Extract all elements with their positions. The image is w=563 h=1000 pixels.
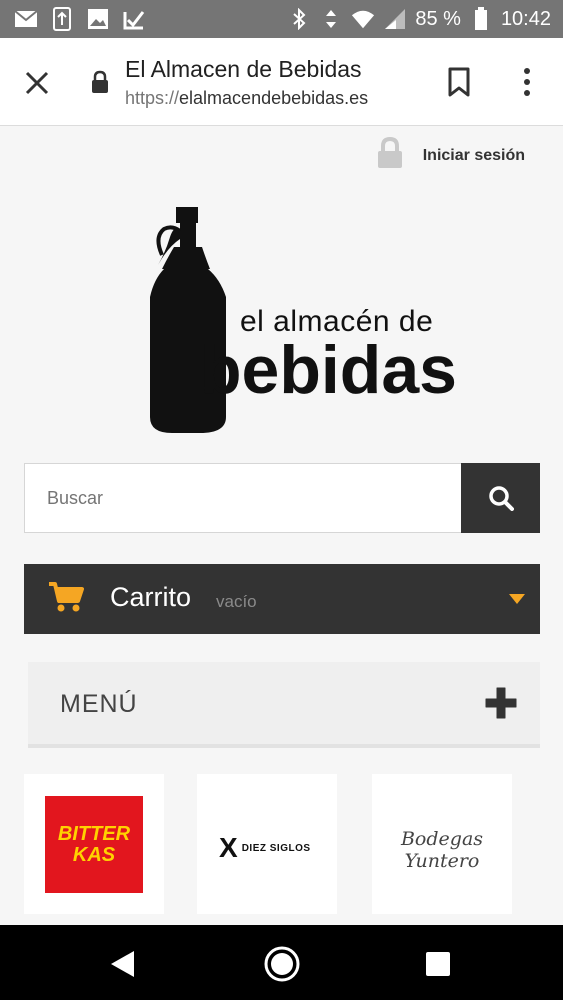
clock: 10:42	[500, 8, 551, 30]
cart-dropdown[interactable]: Carrito vacío	[24, 564, 540, 634]
menu-toggle[interactable]: MENÚ	[28, 662, 540, 748]
url-scheme: https://	[125, 88, 180, 108]
bodegas-yuntero-logo: Bodegas Yuntero	[400, 828, 484, 872]
bitter-kas-logo: BITTER KAS	[45, 796, 143, 893]
recents-button[interactable]	[425, 951, 451, 982]
menu-title: MENÚ	[60, 690, 138, 718]
search-icon	[488, 486, 514, 511]
search-input[interactable]	[25, 464, 463, 532]
cart-title: Carrito	[110, 582, 192, 612]
close-icon[interactable]	[22, 68, 52, 98]
recents-square-icon	[426, 952, 450, 976]
image-icon	[86, 7, 110, 31]
search-bar	[24, 463, 540, 533]
login-label: Iniciar sesión	[422, 146, 525, 164]
wifi-icon	[351, 7, 375, 31]
status-bar-right: 85 % 10:42	[287, 7, 551, 31]
caret-down-icon	[509, 594, 525, 604]
back-button[interactable]	[108, 949, 138, 984]
cart-status: vacío	[216, 592, 257, 611]
home-button[interactable]	[264, 946, 300, 987]
bluetooth-icon	[287, 7, 311, 31]
browser-toolbar: El Almacen de Bebidas https://elalmacend…	[0, 38, 563, 126]
brand-bitter-kas[interactable]: BITTER KAS	[24, 774, 164, 914]
web-page: Iniciar sesión el almacén de bebidas Car…	[0, 127, 563, 925]
diez-siglos-mark: X	[219, 832, 238, 863]
battery-percent: 85 %	[415, 8, 461, 30]
logo-text-bottom: bebidas	[200, 332, 457, 408]
plus-icon	[485, 687, 517, 719]
search-button[interactable]	[461, 463, 540, 533]
system-nav-bar	[0, 925, 563, 1000]
diez-siglos-name: DIEZ SIGLOS	[241, 842, 311, 854]
check-icon	[122, 7, 146, 31]
more-options-icon[interactable]	[514, 66, 540, 98]
signal-icon	[383, 7, 407, 31]
bitter-kas-line1: BITTER	[57, 822, 131, 845]
download-icon	[50, 7, 74, 31]
diez-siglos-logo: X DIEZ SIGLOS	[219, 832, 311, 864]
brand-bodegas-yuntero[interactable]: Bodegas Yuntero	[372, 774, 512, 914]
login-link[interactable]: Iniciar sesión	[377, 136, 525, 174]
bookmark-icon[interactable]	[446, 67, 472, 97]
padlock-icon	[377, 136, 403, 174]
brand-diez-siglos[interactable]: X DIEZ SIGLOS	[197, 774, 337, 914]
home-circle-icon	[264, 946, 300, 982]
url-host: elalmacendebebidas.es	[179, 88, 369, 108]
battery-icon	[469, 7, 493, 31]
lock-icon[interactable]	[90, 70, 110, 94]
data-arrows-icon	[319, 7, 343, 31]
back-triangle-icon	[111, 951, 134, 977]
bitter-kas-line2: KAS	[72, 843, 116, 866]
mail-icon	[14, 7, 38, 31]
shopping-cart-icon	[49, 582, 84, 612]
site-logo[interactable]: el almacén de bebidas	[140, 207, 457, 433]
page-title: El Almacen de Bebidas	[125, 56, 362, 82]
status-bar-left	[14, 7, 146, 31]
url-display[interactable]: https://elalmacendebebidas.es	[125, 88, 368, 109]
status-bar: 85 % 10:42	[0, 0, 563, 38]
